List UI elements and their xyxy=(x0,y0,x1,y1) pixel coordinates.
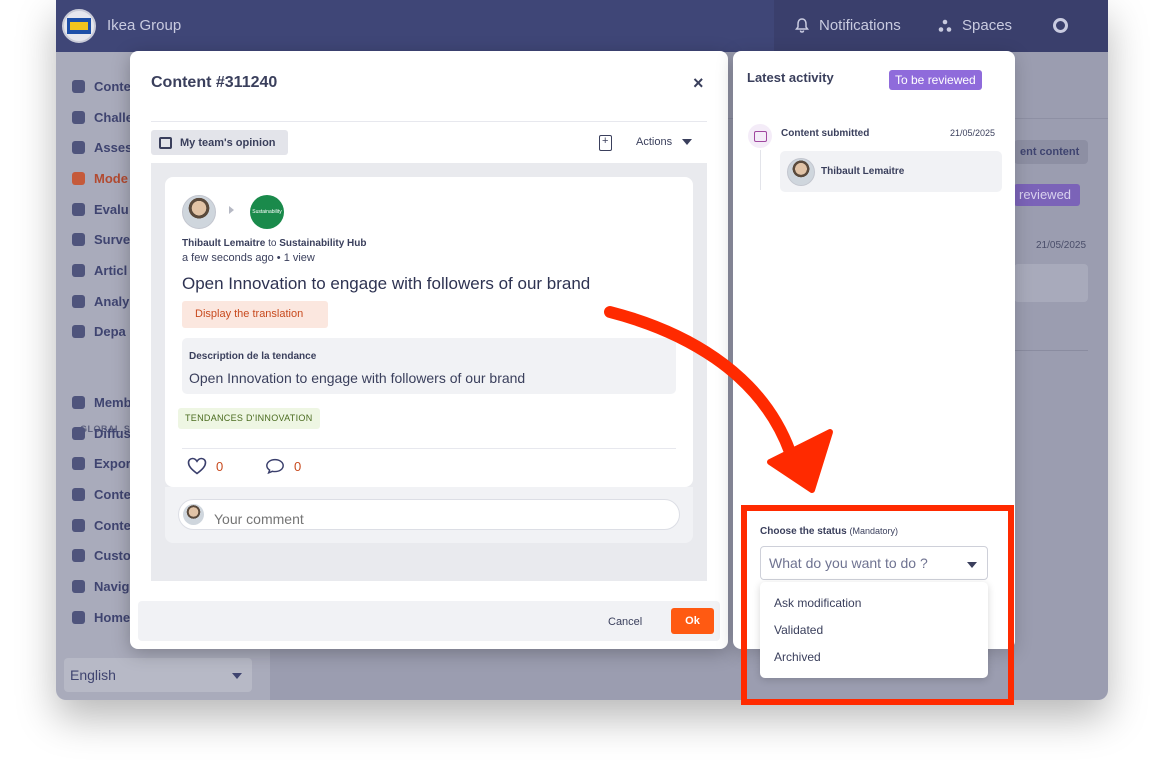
target-space[interactable]: Sustainability Hub xyxy=(279,238,366,249)
moderation-icon xyxy=(72,171,85,185)
status-badge: To be reviewed xyxy=(889,70,982,90)
cancel-button[interactable]: Cancel xyxy=(608,616,642,628)
sidebar-item-challenges[interactable]: Challe xyxy=(72,107,133,127)
actions-label: Actions xyxy=(636,136,673,148)
ok-button[interactable]: Ok xyxy=(671,608,714,634)
sidebar-item-moderation[interactable]: Mode xyxy=(72,168,128,188)
user-icon xyxy=(72,324,85,338)
sidebar-item-evaluations[interactable]: Evalu xyxy=(72,199,129,219)
sidebar-item-assessments[interactable]: Asses xyxy=(72,137,132,157)
sidebar-item-content-edit[interactable]: Conte xyxy=(72,515,131,535)
spaces-link[interactable]: Spaces xyxy=(938,17,1012,34)
translate-button[interactable]: Display the translation xyxy=(182,301,328,328)
diffusion-icon xyxy=(72,426,85,440)
post-title: Open Innovation to engage with followers… xyxy=(182,274,591,293)
notifications-link[interactable]: Notifications xyxy=(795,17,901,34)
language-value: English xyxy=(70,667,116,683)
tag-icon xyxy=(72,140,85,154)
comment-input[interactable] xyxy=(178,499,680,530)
bar-chart-icon xyxy=(72,232,85,246)
content-card: Sustainability Thibault Lemaitre to Sust… xyxy=(165,177,693,487)
comment-area xyxy=(165,487,693,543)
close-icon[interactable]: × xyxy=(693,73,704,94)
sidebar-item-analytics[interactable]: Analy xyxy=(72,291,129,311)
description-box: Description de la tendance Open Innovati… xyxy=(182,338,676,394)
content-modal: Content #311240 × My team's opinion Acti… xyxy=(130,51,728,649)
avatar xyxy=(787,157,815,186)
edit-icon xyxy=(72,518,85,532)
sidebar-item-members[interactable]: Memb xyxy=(72,392,132,412)
author-line: Thibault Lemaitre to Sustainability Hub xyxy=(182,238,367,249)
spaces-icon xyxy=(938,19,952,32)
author-avatar[interactable] xyxy=(182,195,216,229)
top-bar-actions: Notifications Spaces xyxy=(774,0,1108,52)
comments-button[interactable]: 0 xyxy=(265,457,301,475)
actions-dropdown[interactable]: Actions xyxy=(636,136,693,148)
sidebar-item-contents[interactable]: Conte xyxy=(72,76,131,96)
org-name[interactable]: Ikea Group xyxy=(107,17,181,34)
sidebar-item-export[interactable]: Expor xyxy=(72,453,131,473)
chevron-down-icon xyxy=(682,139,693,145)
bell-icon xyxy=(795,18,809,33)
sidebar-item-home[interactable]: Home xyxy=(72,607,130,627)
inbox-icon xyxy=(748,124,772,148)
activity-user-card[interactable]: Thibault Lemaitre xyxy=(780,151,1002,192)
layers-icon xyxy=(72,548,85,562)
activity-event-label: Content submitted xyxy=(781,128,870,139)
author-name[interactable]: Thibault Lemaitre xyxy=(182,238,265,249)
annotation-highlight-box xyxy=(741,505,1014,705)
post-meta: a few seconds ago • 1 view xyxy=(182,252,315,264)
like-button[interactable]: 0 xyxy=(187,457,223,475)
star-icon xyxy=(72,202,85,216)
modal-footer: Cancel Ok xyxy=(138,601,720,641)
bulb-icon xyxy=(72,79,85,93)
description-label: Description de la tendance xyxy=(189,351,317,362)
article-icon xyxy=(72,263,85,277)
sidebar-item-articles[interactable]: Articl xyxy=(72,260,127,280)
sidebar-item-content-list[interactable]: Conte xyxy=(72,484,131,504)
notifications-label: Notifications xyxy=(819,17,901,34)
sidebar-item-surveys[interactable]: Surve xyxy=(72,229,130,249)
sidebar-item-departments[interactable]: Depa xyxy=(72,321,126,341)
activity-title: Latest activity xyxy=(747,70,834,85)
background-content-button: ent content xyxy=(1014,140,1088,164)
sidebar-item-diffusion[interactable]: Diffus xyxy=(72,423,131,443)
home-icon xyxy=(72,610,85,624)
activity-event-date: 21/05/2025 xyxy=(950,128,996,138)
hub-logo[interactable]: Sustainability xyxy=(250,195,284,229)
chevron-down-icon xyxy=(232,673,242,679)
export-icon xyxy=(72,456,85,470)
sidebar-item-customization[interactable]: Custo xyxy=(72,545,131,565)
help-icon[interactable] xyxy=(1053,18,1068,33)
members-icon xyxy=(72,395,85,409)
top-bar: Ikea Group Notifications Spaces xyxy=(56,0,1108,52)
tab-team-opinion[interactable]: My team's opinion xyxy=(151,130,288,155)
heart-icon xyxy=(187,457,207,475)
menu-icon xyxy=(72,579,85,593)
language-select[interactable]: English xyxy=(64,658,252,692)
activity-user-name: Thibault Lemaitre xyxy=(821,166,905,177)
modal-title: Content #311240 xyxy=(151,74,278,91)
category-tag[interactable]: TENDANCES D'INNOVATION xyxy=(178,408,320,429)
content-preview: Sustainability Thibault Lemaitre to Sust… xyxy=(151,163,707,581)
background-date: 21/05/2025 xyxy=(1036,240,1087,251)
like-count: 0 xyxy=(216,458,224,474)
trophy-icon xyxy=(72,110,85,124)
list-icon xyxy=(72,487,85,501)
analytics-icon xyxy=(72,294,85,308)
sidebar-item-navigation[interactable]: Navig xyxy=(72,576,129,596)
description-text: Open Innovation to engage with followers… xyxy=(189,370,526,386)
tab-team-opinion-label: My team's opinion xyxy=(180,136,276,149)
background-status-badge: reviewed xyxy=(1014,184,1080,206)
chevron-right-icon xyxy=(229,206,234,214)
comment-box-icon xyxy=(159,136,172,149)
bookmark-add-icon[interactable] xyxy=(599,135,612,151)
speech-bubble-icon xyxy=(266,458,284,475)
current-user-avatar xyxy=(183,504,204,525)
comment-count: 0 xyxy=(294,458,302,474)
spaces-label: Spaces xyxy=(962,17,1013,34)
org-logo[interactable] xyxy=(62,9,96,43)
